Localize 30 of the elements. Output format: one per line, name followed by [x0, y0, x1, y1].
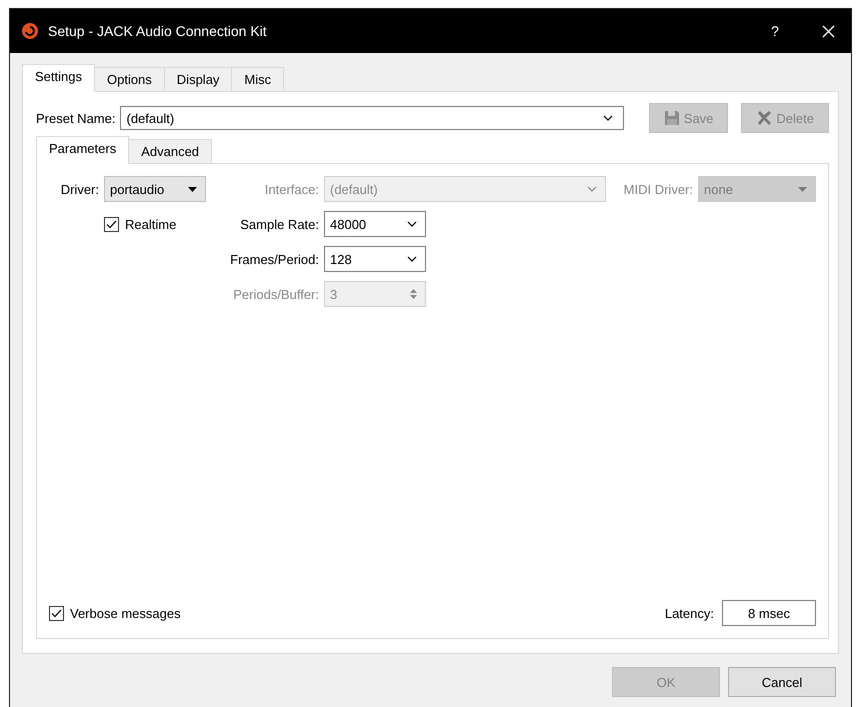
- preset-name-dropdown[interactable]: (default): [120, 106, 624, 130]
- spinner-arrows-icon: [410, 288, 417, 300]
- dropdown-arrow-icon: [798, 186, 807, 192]
- field-label: Interface:: [264, 182, 320, 196]
- checkbox[interactable]: [104, 216, 119, 232]
- checkbox[interactable]: [49, 606, 64, 620]
- field-label: Frames/Period:: [230, 252, 320, 266]
- latency-value: 8 msec: [722, 600, 816, 626]
- tab[interactable]: Settings: [22, 64, 95, 92]
- close-icon[interactable]: [822, 24, 834, 38]
- cross-icon: [756, 110, 772, 126]
- dialog-button[interactable]: Cancel: [728, 667, 836, 697]
- help-button[interactable]: ?: [755, 23, 795, 39]
- checkbox-label: Verbose messages: [70, 606, 181, 620]
- dropdown[interactable]: portaudio: [104, 176, 206, 202]
- field-label: Driver:: [60, 182, 100, 196]
- app-logo-icon: [22, 23, 38, 39]
- window-title: Setup - JACK Audio Connection Kit: [48, 23, 268, 39]
- tab[interactable]: Misc: [231, 67, 284, 91]
- tab[interactable]: Parameters: [36, 136, 130, 164]
- field-label: Sample Rate:: [240, 216, 320, 232]
- dropdown[interactable]: 128: [324, 246, 426, 272]
- dropdown[interactable]: 48000: [324, 211, 426, 237]
- field-label: Preset Name:: [36, 110, 116, 126]
- checkbox-label: Realtime: [125, 216, 176, 232]
- field-label: Latency:: [664, 606, 714, 620]
- tab[interactable]: Advanced: [128, 139, 212, 163]
- field-label: Periods/Buffer:: [233, 286, 320, 302]
- field-label: MIDI Driver:: [624, 182, 694, 196]
- dropdown-arrow-icon: [188, 186, 197, 192]
